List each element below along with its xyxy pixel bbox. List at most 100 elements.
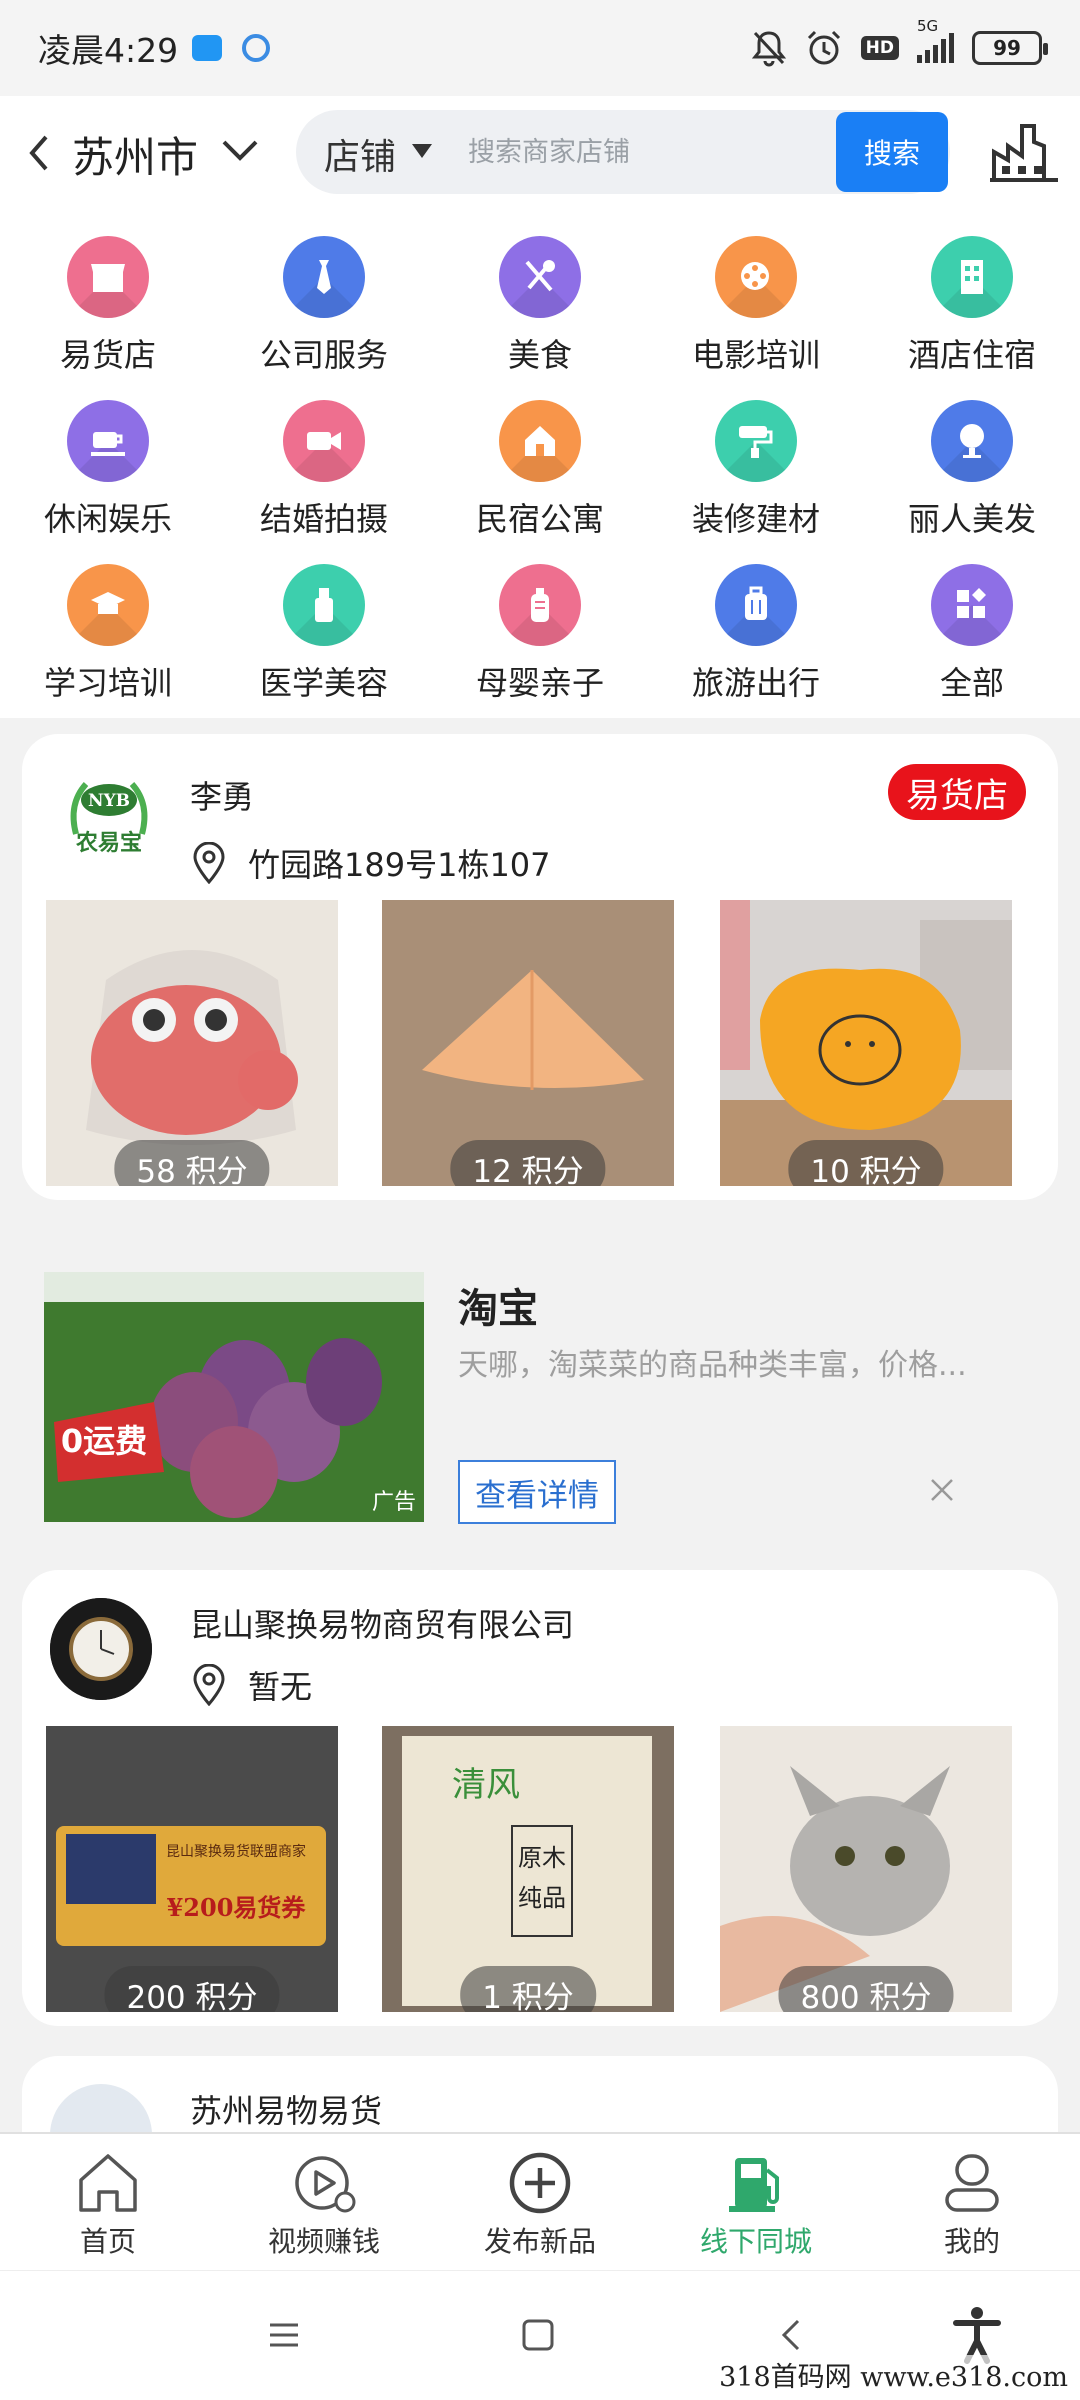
svg-text:清风: 清风: [452, 1765, 520, 1805]
bell-muted-icon: [751, 31, 786, 67]
user-icon: [945, 2154, 999, 2212]
product-image[interactable]: 10 积分: [720, 900, 1012, 1186]
home-icon: [79, 2154, 137, 2212]
battery-level: 99: [993, 36, 1021, 60]
factory-icon[interactable]: [990, 118, 1058, 184]
category-item[interactable]: 医学美容: [216, 552, 432, 716]
category-item[interactable]: 公司服务: [216, 224, 432, 388]
shop-type-badge: 易货店: [888, 764, 1026, 820]
search-type-dropdown[interactable]: 店铺: [324, 128, 396, 180]
category-label: 休闲娱乐: [43, 500, 172, 538]
category-label: 电影培训: [691, 336, 820, 374]
location-pin-icon: [193, 1664, 225, 1706]
house-icon: [499, 400, 581, 482]
caret-down-icon[interactable]: [412, 144, 432, 158]
product-image[interactable]: 12 积分: [382, 900, 674, 1186]
category-item[interactable]: 母婴亲子: [432, 552, 648, 716]
gas-station-icon: [729, 2158, 779, 2212]
product-image[interactable]: 58 积分: [46, 900, 338, 1186]
shop-card[interactable]: 昆山聚换易物商贸有限公司 暂无 昆山聚换易货联盟商家 ¥200易货券 200 积…: [22, 1570, 1058, 2026]
nav-item-profile[interactable]: 我的: [864, 2134, 1080, 2270]
status-time: 凌晨4:29: [38, 31, 179, 70]
back-arrow-icon[interactable]: [22, 131, 56, 175]
product-image[interactable]: 昆山聚换易货联盟商家 ¥200易货券 200 积分: [46, 1726, 338, 2012]
nav-item-local[interactable]: 线下同城: [648, 2134, 864, 2270]
shop-name: 昆山聚换易物商贸有限公司: [190, 1606, 575, 1644]
mirror-icon: [931, 400, 1013, 482]
shop-card[interactable]: NYB 农易宝 李勇 竹园路189号1栋107 易货店 58 积分 12 积分: [22, 734, 1058, 1200]
search-box: 店铺 搜索: [296, 110, 950, 194]
chevron-down-icon[interactable]: [218, 130, 262, 170]
product-price: 200 积分: [104, 1966, 280, 2012]
category-label: 医学美容: [259, 664, 388, 702]
shop-address: 竹园路189号1栋107: [248, 846, 551, 884]
category-label: 全部: [939, 664, 1004, 702]
video-camera-icon: [283, 400, 365, 482]
nav-item-video-earn[interactable]: 视频赚钱: [216, 2134, 432, 2270]
svg-text:0运费: 0运费: [61, 1422, 147, 1460]
status-bar: 凌晨4:29 HD 5G 99: [0, 0, 1080, 96]
product-image[interactable]: 清风 原木 纯品 1 积分: [382, 1726, 674, 2012]
ad-banner[interactable]: 0运费 广告 淘宝 天哪，淘菜菜的商品种类丰富，价格... 查看详情: [0, 1226, 1080, 1530]
network-type: 5G: [917, 17, 939, 35]
back-button-icon[interactable]: [770, 2313, 814, 2357]
hd-badge: HD: [860, 36, 899, 60]
city-selector[interactable]: 苏州市: [72, 124, 198, 185]
svg-text:原木: 原木: [518, 1844, 566, 1872]
svg-text:NYB: NYB: [88, 791, 130, 811]
menu-icon[interactable]: [262, 2313, 306, 2357]
home-button-icon[interactable]: [516, 2313, 560, 2357]
category-item[interactable]: 民宿公寓: [432, 388, 648, 552]
category-label: 学习培训: [43, 664, 172, 702]
category-label: 装修建材: [691, 500, 820, 538]
system-navigation-bar: 318首码网 www.e318.com: [0, 2270, 1080, 2400]
cosmetic-bottle-icon: [283, 564, 365, 646]
product-image[interactable]: 800 积分: [720, 1726, 1012, 2012]
bottom-navigation: 首页 视频赚钱 发布新品 线下同城 我的: [0, 2132, 1080, 2270]
fork-spoon-icon: [499, 236, 581, 318]
ad-title: 淘宝: [458, 1286, 538, 1332]
browser-icon: [242, 34, 271, 62]
svg-text:¥200易货券: ¥200易货券: [167, 1893, 307, 1922]
category-item[interactable]: 丽人美发: [864, 388, 1080, 552]
signal-icon: 5G: [917, 17, 954, 63]
category-label: 丽人美发: [907, 500, 1036, 538]
plus-circle-icon: [509, 2152, 571, 2214]
category-item[interactable]: 结婚拍摄: [216, 388, 432, 552]
category-item[interactable]: 旅游出行: [648, 552, 864, 716]
category-item[interactable]: 全部: [864, 552, 1080, 716]
category-item[interactable]: 酒店住宿: [864, 224, 1080, 388]
category-item[interactable]: 装修建材: [648, 388, 864, 552]
nav-item-publish[interactable]: 发布新品: [432, 2134, 648, 2270]
category-label: 结婚拍摄: [259, 500, 388, 538]
building-icon: [931, 236, 1013, 318]
baby-bottle-icon: [499, 564, 581, 646]
nav-item-home[interactable]: 首页: [0, 2134, 216, 2270]
search-button[interactable]: 搜索: [836, 112, 948, 192]
storefront-icon: [67, 236, 149, 318]
category-item[interactable]: 美食: [432, 224, 648, 388]
svg-text:农易宝: 农易宝: [75, 830, 142, 856]
category-item[interactable]: 学习培训: [0, 552, 216, 716]
ad-image[interactable]: 0运费 广告: [44, 1272, 424, 1522]
svg-text:昆山聚换易货联盟商家: 昆山聚换易货联盟商家: [166, 1843, 306, 1860]
shop-address: 暂无: [248, 1668, 313, 1706]
category-item[interactable]: 休闲娱乐: [0, 388, 216, 552]
suitcase-icon: [715, 564, 797, 646]
nav-label: 视频赚钱: [267, 2225, 380, 2258]
ad-description: 天哪，淘菜菜的商品种类丰富，价格...: [458, 1348, 967, 1383]
close-icon[interactable]: [928, 1476, 956, 1504]
shop-name: 苏州易物易货: [190, 2092, 383, 2130]
nav-label: 线下同城: [699, 2225, 812, 2258]
category-label: 旅游出行: [691, 664, 820, 702]
product-price: 10 积分: [788, 1140, 944, 1186]
category-item[interactable]: 电影培训: [648, 224, 864, 388]
shop-logo: NYB 农易宝: [58, 764, 160, 866]
category-item[interactable]: 易货店: [0, 224, 216, 388]
location-pin-icon: [193, 842, 225, 884]
search-input[interactable]: [468, 110, 768, 194]
header: 苏州市 店铺 搜索: [0, 96, 1080, 212]
ad-details-button[interactable]: 查看详情: [458, 1460, 616, 1524]
category-label: 民宿公寓: [475, 500, 604, 538]
cloud-icon: [192, 35, 223, 61]
